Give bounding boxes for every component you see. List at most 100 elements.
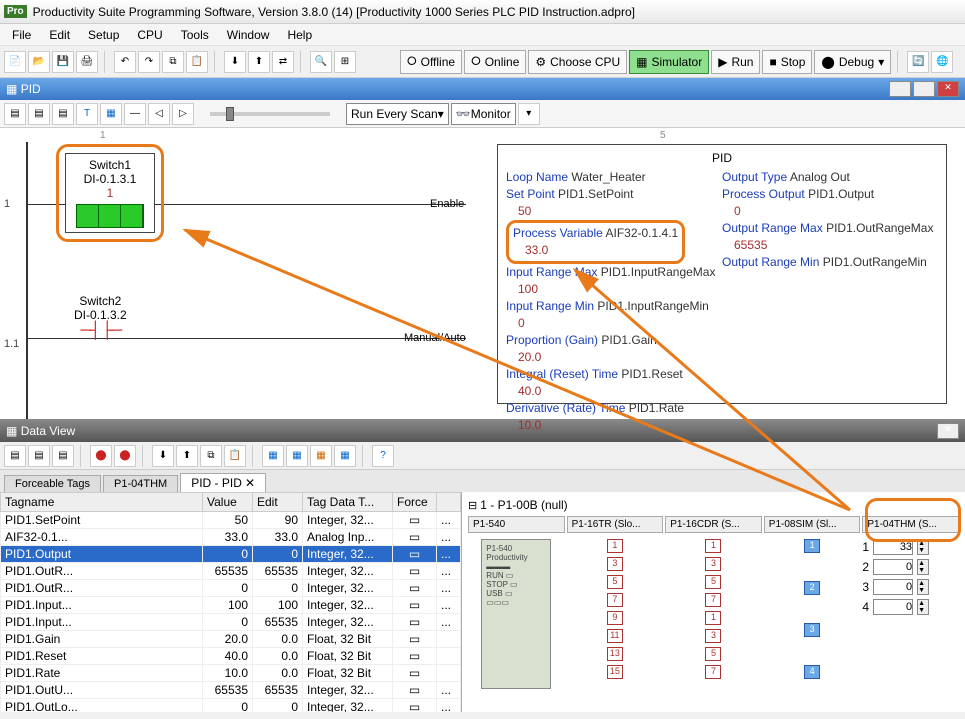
print-icon[interactable]: 🖨 — [76, 51, 98, 73]
table-row[interactable]: PID1.OutR...6553565535Integer, 32...▭... — [1, 563, 461, 580]
cdr-led-3b[interactable]: 3 — [705, 629, 721, 643]
tr-led-5[interactable]: 5 — [607, 575, 623, 589]
run-mode-select[interactable]: Run Every Scan ▾ — [346, 103, 449, 125]
menu-setup[interactable]: Setup — [80, 26, 127, 44]
find-icon[interactable]: 🔍 — [310, 51, 332, 73]
tag-table[interactable]: Tagname Value Edit Tag Data T... Force P… — [0, 492, 462, 712]
crossref-icon[interactable]: ⊞ — [334, 51, 356, 73]
dv-grid2-icon[interactable]: ▦ — [286, 445, 308, 467]
dv-copy-icon[interactable]: ⧉ — [200, 445, 222, 467]
undo-icon[interactable]: ↶ — [114, 51, 136, 73]
dv-rec2-icon[interactable]: ⬤ — [114, 445, 136, 467]
menu-tools[interactable]: Tools — [173, 26, 217, 44]
tr-led-1[interactable]: 1 — [607, 539, 623, 553]
choose-cpu-button[interactable]: ⚙ Choose CPU — [528, 50, 627, 74]
tab-p104thm[interactable]: P1-04THM — [103, 475, 178, 492]
tool-b-icon[interactable]: ▤ — [28, 103, 50, 125]
slot-0[interactable]: P1-540 — [468, 516, 565, 533]
cdr-led-5b[interactable]: 5 — [705, 647, 721, 661]
dv-save-icon[interactable]: ▤ — [52, 445, 74, 467]
table-row[interactable]: PID1.OutR...00Integer, 32...▭... — [1, 580, 461, 597]
tab-forceable[interactable]: Forceable Tags — [4, 475, 101, 492]
cdr-led-1[interactable]: 1 — [705, 539, 721, 553]
tr-led-9[interactable]: 9 — [607, 611, 623, 625]
slot-3[interactable]: P1-08SIM (Sl... — [764, 516, 861, 533]
stop-button[interactable]: ■ Stop — [762, 50, 812, 74]
open-icon[interactable]: 📂 — [28, 51, 50, 73]
save-icon[interactable]: 💾 — [52, 51, 74, 73]
table-row[interactable]: PID1.OutU...6553565535Integer, 32...▭... — [1, 682, 461, 699]
dv-record-icon[interactable]: ⬤ — [90, 445, 112, 467]
dv-open-icon[interactable]: ▤ — [28, 445, 50, 467]
thm-4-input[interactable] — [873, 599, 913, 615]
dv-help-icon[interactable]: ? — [372, 445, 394, 467]
paste-icon[interactable]: 📋 — [186, 51, 208, 73]
slot-2[interactable]: P1-16CDR (S... — [665, 516, 762, 533]
offline-button[interactable]: ⭘ Offline — [400, 50, 462, 74]
simulator-button[interactable]: ▦ Simulator — [629, 50, 709, 74]
run-button[interactable]: ▶ Run — [711, 50, 760, 74]
transfer-down-icon[interactable]: ⬇ — [224, 51, 246, 73]
menu-cpu[interactable]: CPU — [129, 26, 170, 44]
copy-icon[interactable]: ⧉ — [162, 51, 184, 73]
switch2-contact[interactable]: Switch2 DI-0.1.3.2 ─┤ ├─ — [74, 294, 127, 340]
thm-3-spinner[interactable]: ▲▼ — [917, 579, 929, 595]
table-row[interactable]: PID1.Gain20.00.0Float, 32 Bit▭ — [1, 631, 461, 648]
sim-led-3[interactable]: 3 — [804, 623, 820, 637]
dataview-close-button[interactable]: ✕ — [937, 423, 959, 439]
table-row[interactable]: PID1.Rate10.00.0Float, 32 Bit▭ — [1, 665, 461, 682]
redo-icon[interactable]: ↷ — [138, 51, 160, 73]
pid-instruction-box[interactable]: PID Loop Name Water_Heater Set Point PID… — [497, 144, 947, 404]
sim-led-1[interactable]: 1 — [804, 539, 820, 553]
new-icon[interactable]: 📄 — [4, 51, 26, 73]
menu-file[interactable]: File — [4, 26, 39, 44]
next-icon[interactable]: ▷ — [172, 103, 194, 125]
table-row[interactable]: PID1.Output00Integer, 32...▭... — [1, 546, 461, 563]
table-row[interactable]: AIF32-0.1...33.033.0Analog Inp...▭... — [1, 529, 461, 546]
sim-led-4[interactable]: 4 — [804, 665, 820, 679]
monitor-drop-icon[interactable]: ▾ — [518, 103, 540, 125]
col-value[interactable]: Value — [203, 493, 253, 512]
thm-2-spinner[interactable]: ▲▼ — [917, 559, 929, 575]
tool-a-icon[interactable]: ▤ — [4, 103, 26, 125]
switch1-contact[interactable]: Switch1 DI-0.1.3.1 1 — [65, 153, 155, 233]
globe-icon[interactable]: 🌐 — [931, 51, 953, 73]
thm-3-input[interactable] — [873, 579, 913, 595]
tab-close-icon[interactable]: ✕ — [245, 476, 255, 490]
dv-new-icon[interactable]: ▤ — [4, 445, 26, 467]
maximize-button[interactable]: □ — [913, 81, 935, 97]
cdr-led-1b[interactable]: 1 — [705, 611, 721, 625]
cdr-led-3[interactable]: 3 — [705, 557, 721, 571]
tr-led-11[interactable]: 11 — [607, 629, 623, 643]
col-type[interactable]: Tag Data T... — [303, 493, 393, 512]
table-row[interactable]: PID1.OutLo...00Integer, 32...▭... — [1, 699, 461, 713]
close-button[interactable]: ✕ — [937, 81, 959, 97]
menu-help[interactable]: Help — [279, 26, 320, 44]
tr-led-3[interactable]: 3 — [607, 557, 623, 571]
contact-icon[interactable]: T — [76, 103, 98, 125]
sync-icon[interactable]: 🔄 — [907, 51, 929, 73]
table-row[interactable]: PID1.SetPoint5090Integer, 32...▭... — [1, 512, 461, 529]
dv-grid4-icon[interactable]: ▦ — [334, 445, 356, 467]
col-tagname[interactable]: Tagname — [1, 493, 203, 512]
table-row[interactable]: PID1.Input...100100Integer, 32...▭... — [1, 597, 461, 614]
sim-led-2[interactable]: 2 — [804, 581, 820, 595]
menu-edit[interactable]: Edit — [41, 26, 78, 44]
cdr-led-7b[interactable]: 7 — [705, 665, 721, 679]
tool-c-icon[interactable]: ▤ — [52, 103, 74, 125]
col-force[interactable]: Force — [393, 493, 437, 512]
line-icon[interactable]: — — [124, 103, 146, 125]
tab-pid[interactable]: PID - PID ✕ — [180, 473, 266, 492]
transfer-up-icon[interactable]: ⬆ — [248, 51, 270, 73]
thm-4-spinner[interactable]: ▲▼ — [917, 599, 929, 615]
dv-paste-icon[interactable]: 📋 — [224, 445, 246, 467]
dv-read-icon[interactable]: ⬆ — [176, 445, 198, 467]
cdr-led-5[interactable]: 5 — [705, 575, 721, 589]
slot-1[interactable]: P1-16TR (Slo... — [567, 516, 664, 533]
debug-button[interactable]: ⬤ Debug ▾ — [814, 50, 891, 74]
col-edit[interactable]: Edit — [253, 493, 303, 512]
slider[interactable] — [210, 112, 330, 116]
tr-led-13[interactable]: 13 — [607, 647, 623, 661]
menu-window[interactable]: Window — [219, 26, 278, 44]
col-extra[interactable] — [437, 493, 461, 512]
